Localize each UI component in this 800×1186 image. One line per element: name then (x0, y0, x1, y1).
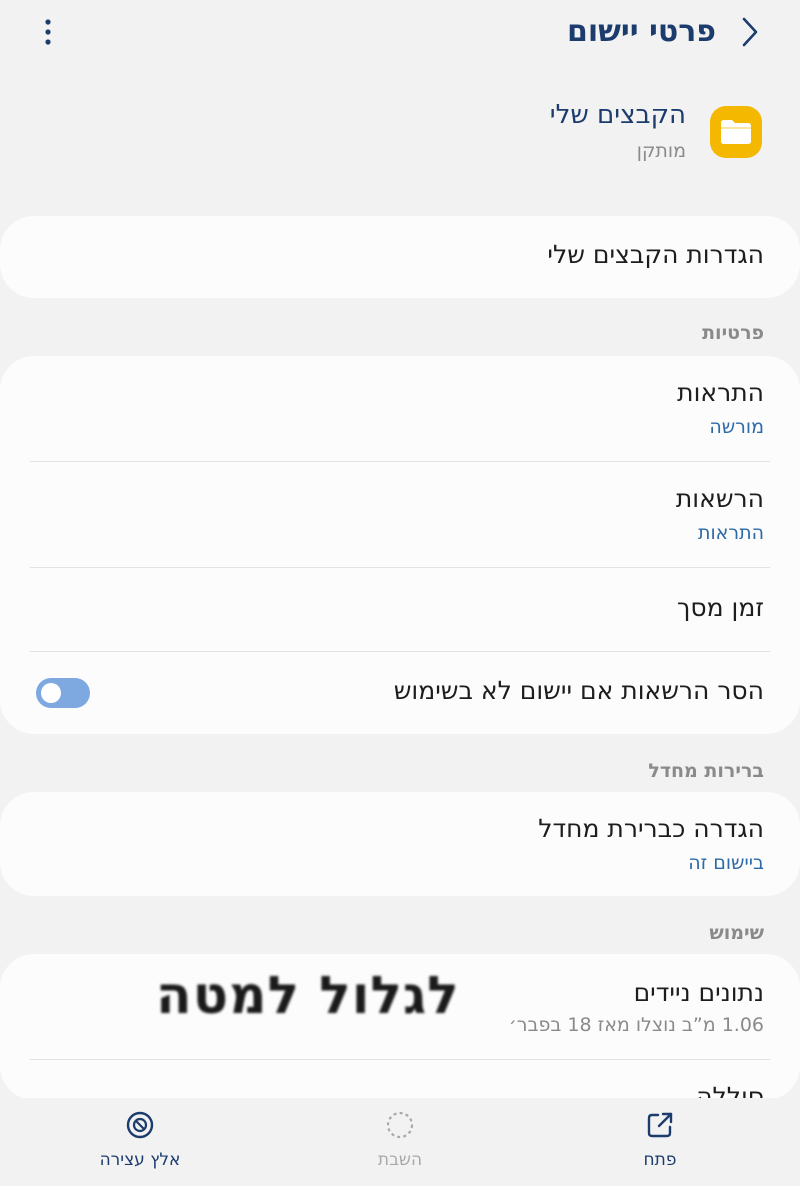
more-options-button[interactable] (30, 12, 66, 52)
section-label-defaults: ברירות מחדל (648, 760, 764, 782)
app-settings-label: הגדרות הקבצים שלי (547, 240, 764, 269)
app-settings-card[interactable]: הגדרות הקבצים שלי (0, 216, 800, 298)
page-title: פרטי יישום (566, 14, 716, 49)
open-button[interactable]: פתח (580, 1108, 740, 1178)
remove-permissions-title: הסר הרשאות אם יישום לא בשימוש (393, 676, 764, 705)
app-status: מותקן (636, 140, 686, 162)
defaults-card: הגדרה כברירת מחדל ביישום זה (0, 792, 800, 896)
back-button[interactable] (730, 12, 770, 52)
set-default-subtitle: ביישום זה (688, 852, 764, 874)
toggle-knob (41, 683, 61, 703)
permissions-title: הרשאות (675, 484, 764, 513)
disable-label: השבת (377, 1150, 423, 1170)
app-name: הקבצים שלי (549, 100, 686, 130)
notifications-title: התראות (677, 378, 764, 407)
permissions-item[interactable]: הרשאות התראות (30, 462, 764, 567)
more-vertical-icon (45, 19, 51, 45)
set-default-item[interactable]: הגדרה כברירת מחדל ביישום זה (30, 792, 764, 896)
bottom-action-bar: פתח השבת אלץ עצירה (0, 1098, 800, 1186)
folder-icon (710, 106, 762, 158)
scroll-down-overlay: לגלול למטה (156, 966, 460, 1026)
notifications-subtitle: מורשה (709, 416, 764, 438)
force-stop-button[interactable]: אלץ עצירה (60, 1108, 220, 1178)
mobile-data-subtitle: 1.06 מ”ב נוצלו מאז 18 בפבר׳ (508, 1014, 764, 1036)
remove-permissions-toggle[interactable] (36, 678, 90, 708)
open-label: פתח (643, 1150, 677, 1170)
app-header: פרטי יישום (0, 0, 800, 68)
section-label-privacy: פרטיות (702, 322, 764, 344)
notifications-item[interactable]: התראות מורשה (30, 356, 764, 461)
force-stop-icon (123, 1108, 157, 1142)
privacy-card: התראות מורשה הרשאות התראות זמן מסך הסר ה… (0, 356, 800, 734)
screen-time-title: זמן מסך (676, 593, 764, 622)
app-settings-item[interactable]: הגדרות הקבצים שלי (30, 216, 764, 298)
section-label-usage: שימוש (709, 922, 764, 944)
permissions-subtitle: התראות (698, 522, 764, 544)
disable-button[interactable]: השבת (320, 1108, 480, 1178)
screen-time-item[interactable]: זמן מסך (30, 568, 764, 651)
battery-item[interactable]: סוללה (30, 1060, 764, 1100)
remove-permissions-item[interactable]: הסר הרשאות אם יישום לא בשימוש (110, 652, 764, 734)
mobile-data-title: נתונים ניידים (633, 978, 764, 1007)
chevron-right-icon (742, 17, 758, 47)
force-stop-label: אלץ עצירה (99, 1150, 181, 1170)
set-default-title: הגדרה כברירת מחדל (538, 814, 764, 843)
open-external-icon (643, 1108, 677, 1142)
disable-icon (383, 1108, 417, 1142)
